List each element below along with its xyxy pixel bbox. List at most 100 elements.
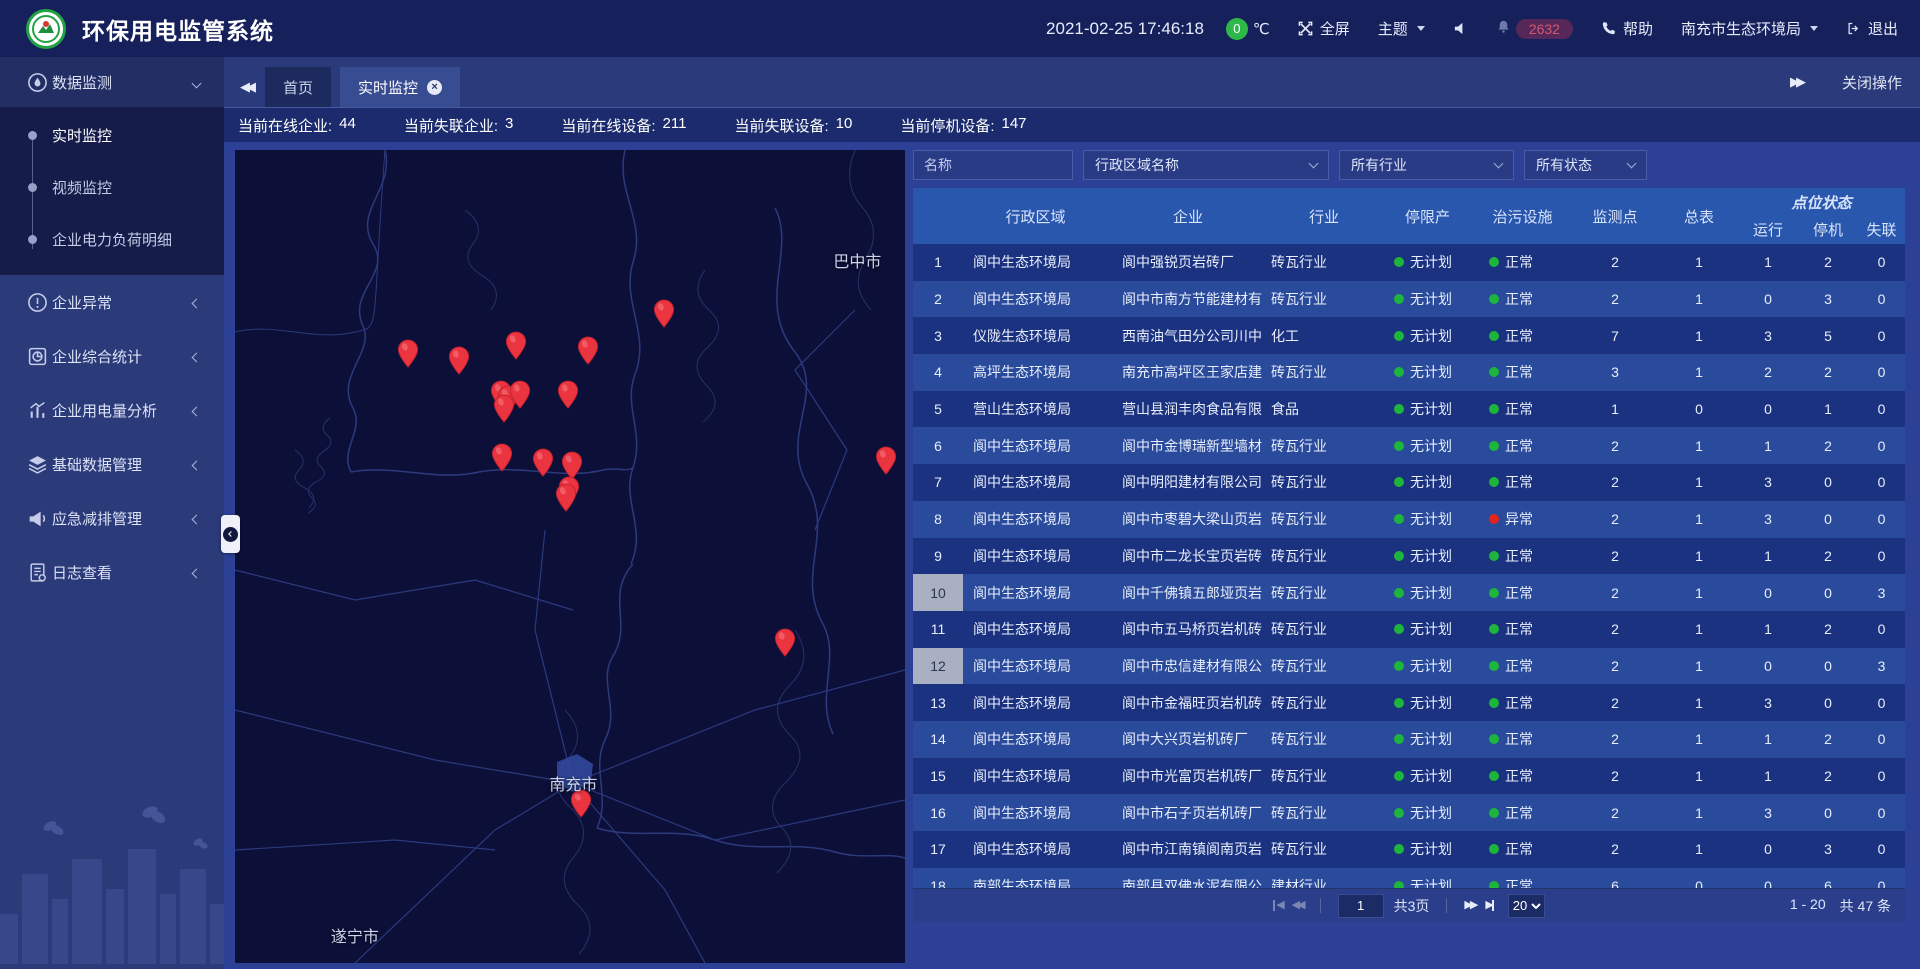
stop-limit-dot: [1394, 551, 1404, 561]
next-page-button[interactable]: ▶▶: [1464, 900, 1475, 911]
map-pin-icon[interactable]: [397, 339, 419, 369]
table-row[interactable]: 9 阆中生态环境局 阆中市二龙长宝页岩砖 砖瓦行业 无计划 正常 2 1 1 2…: [913, 538, 1905, 575]
sidebar-item-realtime-monitor[interactable]: 实时监控: [0, 109, 224, 161]
map-pin-icon[interactable]: [448, 345, 470, 375]
map-pin-icon[interactable]: [577, 336, 599, 366]
table-row[interactable]: 12 阆中生态环境局 阆中市忠信建材有限公 砖瓦行业 无计划 正常 2 1 0 …: [913, 648, 1905, 685]
table-row[interactable]: 15 阆中生态环境局 阆中市光富页岩机砖厂 砖瓦行业 无计划 正常 2 1 1 …: [913, 758, 1905, 795]
treatment-dot: [1489, 551, 1499, 561]
sidebar-item-data-monitor[interactable]: 数据监测: [0, 57, 224, 107]
total-items-label: 共 47 条: [1840, 896, 1891, 916]
table-row[interactable]: 4 高坪生态环境局 南充市高坪区王家店建 砖瓦行业 无计划 正常 3 1 2 2…: [913, 354, 1905, 391]
map-panel[interactable]: 巴中市 南充市 遂宁市: [235, 150, 905, 963]
table-row[interactable]: 3 仪陇生态环境局 西南油气田分公司川中 化工 无计划 正常 7 1 3 5 0: [913, 317, 1905, 354]
page-size-select[interactable]: 20: [1508, 894, 1545, 918]
table-row[interactable]: 8 阆中生态环境局 阆中市枣碧大梁山页岩 砖瓦行业 无计划 异常 2 1 3 0…: [913, 501, 1905, 538]
chevron-left-icon: [192, 568, 202, 578]
data-monitor-icon: [27, 72, 48, 93]
close-operations-button[interactable]: 关闭操作: [1842, 72, 1902, 93]
sidebar-item-company-abnormal[interactable]: 企业异常: [0, 275, 224, 329]
region-filter-select[interactable]: 行政区域名称: [1083, 150, 1329, 180]
map-pin-icon[interactable]: [491, 443, 513, 473]
map-pin-icon[interactable]: [493, 394, 515, 424]
treatment-dot: [1489, 698, 1499, 708]
table-row[interactable]: 16 阆中生态环境局 阆中市石子页岩机砖厂 砖瓦行业 无计划 正常 2 1 3 …: [913, 794, 1905, 831]
stop-limit-dot: [1394, 661, 1404, 671]
sidebar-item-power-analysis[interactable]: 企业用电量分析: [0, 383, 224, 437]
sidebar-item-company-statistics[interactable]: 企业综合统计: [0, 329, 224, 383]
table-row[interactable]: 11 阆中生态环境局 阆中市五马桥页岩机砖 砖瓦行业 无计划 正常 2 1 1 …: [913, 611, 1905, 648]
table-row[interactable]: 6 阆中生态环境局 阆中市金博瑞新型墙材 砖瓦行业 无计划 正常 2 1 1 2…: [913, 427, 1905, 464]
treatment-dot: [1489, 734, 1499, 744]
notifications[interactable]: 2632: [1496, 19, 1573, 39]
table-row[interactable]: 5 营山生态环境局 营山县润丰肉食品有限 食品 无计划 正常 1 0 0 1 0: [913, 391, 1905, 428]
sidebar-collapse-button[interactable]: [221, 515, 240, 553]
statistics-icon: [27, 346, 48, 367]
treatment-dot: [1489, 477, 1499, 487]
stat-online-devices: 当前在线设备:211: [561, 115, 686, 136]
help-button[interactable]: 帮助: [1601, 18, 1653, 39]
treatment-dot: [1489, 441, 1499, 451]
sidebar-item-log-view[interactable]: 日志查看: [0, 545, 224, 599]
temperature-badge: 0: [1226, 18, 1248, 40]
table-row[interactable]: 18 南部生态环境局 南部县双佛水泥有限公 建材行业 无计划 正常 6 0 0 …: [913, 868, 1905, 888]
last-page-button[interactable]: ▶: [1485, 900, 1493, 911]
layers-icon: [27, 454, 48, 475]
table-row[interactable]: 2 阆中生态环境局 阆中市南方节能建材有 砖瓦行业 无计划 正常 2 1 0 3…: [913, 281, 1905, 318]
bullet-icon: [28, 235, 37, 244]
tabs-scroll-left-button[interactable]: ◀◀: [240, 79, 256, 95]
fullscreen-button[interactable]: 全屏: [1298, 18, 1350, 39]
page-number-input[interactable]: [1338, 894, 1384, 918]
logout-button[interactable]: 退出: [1846, 18, 1898, 39]
tab-home[interactable]: 首页: [265, 67, 331, 107]
treatment-dot: [1489, 844, 1499, 854]
first-page-button[interactable]: ◀: [1273, 900, 1281, 911]
map-pin-icon[interactable]: [875, 445, 897, 475]
prev-page-button[interactable]: ◀◀: [1292, 900, 1303, 911]
table-row[interactable]: 1 阆中生态环境局 阆中强锐页岩砖厂 砖瓦行业 无计划 正常 2 1 1 2 0: [913, 244, 1905, 281]
sidebar-item-base-data[interactable]: 基础数据管理: [0, 437, 224, 491]
sidebar-item-video-monitor[interactable]: 视频监控: [0, 161, 224, 213]
col-header-stop: 停机: [1798, 214, 1858, 244]
tab-realtime-monitor[interactable]: 实时监控 ×: [340, 67, 460, 107]
pagination-summary: 1 - 20 共 47 条: [1790, 896, 1891, 916]
temperature-unit: ℃: [1253, 20, 1270, 38]
col-header-point-status-group: 点位状态: [1738, 188, 1905, 214]
treatment-dot: [1489, 661, 1499, 671]
treatment-dot: [1489, 624, 1499, 634]
table-row[interactable]: 13 阆中生态环境局 阆中市金福旺页岩机砖 砖瓦行业 无计划 正常 2 1 3 …: [913, 684, 1905, 721]
table-row[interactable]: 7 阆中生态环境局 阆中明阳建材有限公司 砖瓦行业 无计划 正常 2 1 3 0…: [913, 464, 1905, 501]
industry-filter-select[interactable]: 所有行业: [1339, 150, 1514, 180]
page-title: 环保用电监管系统: [82, 12, 274, 46]
theme-dropdown[interactable]: 主题: [1378, 18, 1425, 39]
table-row[interactable]: 17 阆中生态环境局 阆中市江南镇阆南页岩 砖瓦行业 无计划 正常 2 1 0 …: [913, 831, 1905, 868]
table-row[interactable]: 14 阆中生态环境局 阆中大兴页岩机砖厂 砖瓦行业 无计划 正常 2 1 1 2…: [913, 721, 1905, 758]
sound-toggle[interactable]: [1453, 21, 1468, 36]
map-pin-icon[interactable]: [557, 380, 579, 410]
map-pin-icon[interactable]: [774, 628, 796, 658]
table-row[interactable]: 10 阆中生态环境局 阆中千佛镇五郎垭页岩 砖瓦行业 无计划 正常 2 1 0 …: [913, 574, 1905, 611]
chevron-left-icon: [192, 460, 202, 470]
table-panel: 行政区域名称 所有行业 所有状态 行政区域: [913, 150, 1905, 922]
col-header-company: 企业: [1108, 188, 1268, 244]
sidebar-item-emergency-reduction[interactable]: 应急减排管理: [0, 491, 224, 545]
map-pin-icon[interactable]: [532, 448, 554, 478]
map-pin-icon[interactable]: [555, 483, 577, 513]
stop-limit-dot: [1394, 624, 1404, 634]
name-filter-input[interactable]: [913, 150, 1073, 180]
log-file-icon: [27, 562, 48, 583]
sidebar-item-power-load-detail[interactable]: 企业电力负荷明细: [0, 213, 224, 265]
chevron-down-icon: [1810, 26, 1818, 31]
status-filter-select[interactable]: 所有状态: [1524, 150, 1647, 180]
stop-limit-dot: [1394, 514, 1404, 524]
map-pin-icon[interactable]: [653, 299, 675, 329]
datetime: 2021-02-25 17:46:18: [1046, 19, 1204, 39]
close-tab-icon[interactable]: ×: [427, 80, 442, 95]
tabs-scroll-right-button[interactable]: ▶▶: [1790, 74, 1806, 90]
fullscreen-icon: [1298, 21, 1313, 36]
phone-icon: [1601, 21, 1616, 36]
map-pin-icon[interactable]: [505, 331, 527, 361]
treatment-dot: [1489, 257, 1499, 267]
org-dropdown[interactable]: 南充市生态环境局: [1681, 18, 1818, 39]
stat-stopped-devices: 当前停机设备:147: [900, 115, 1026, 136]
